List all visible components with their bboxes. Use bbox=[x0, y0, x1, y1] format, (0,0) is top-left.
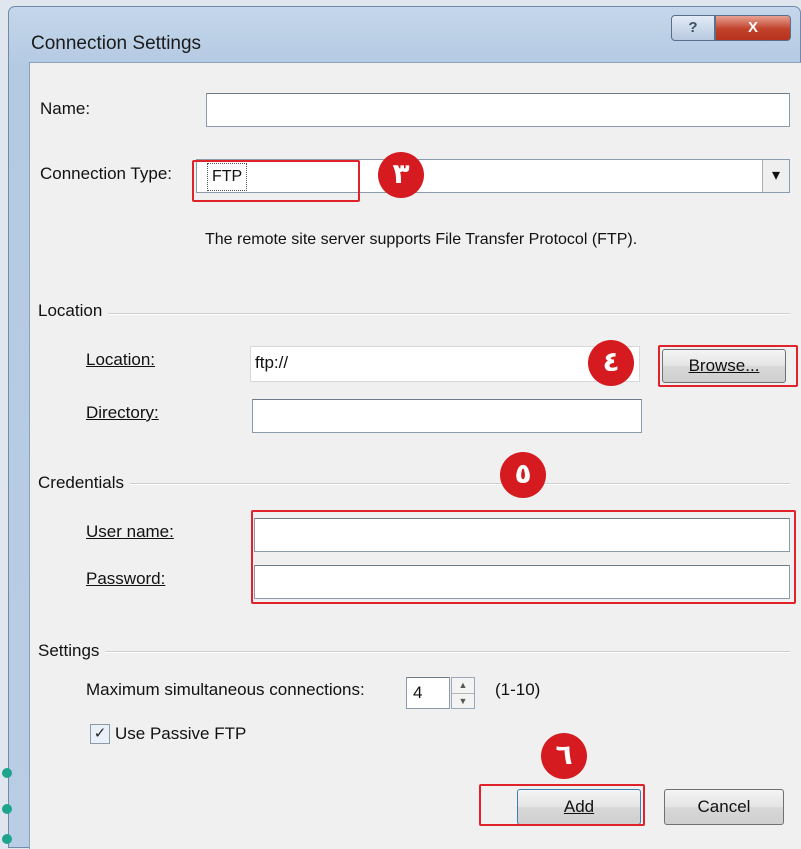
location-field[interactable]: ftp:// bbox=[250, 346, 640, 382]
max-connections-range: (1-10) bbox=[495, 680, 541, 699]
highlight-browse bbox=[658, 345, 798, 387]
directory-label: Directory: bbox=[86, 403, 159, 422]
dialog-title: Connection Settings bbox=[31, 33, 202, 54]
name-field[interactable] bbox=[206, 93, 790, 127]
passive-ftp-checkbox[interactable]: ✓ bbox=[90, 724, 110, 744]
connection-type-label: Connection Type: bbox=[40, 164, 172, 183]
help-button[interactable]: ? bbox=[671, 15, 715, 41]
step-6-badge: ٦ bbox=[541, 733, 587, 779]
step-5-badge: ٥ bbox=[500, 452, 546, 498]
settings-group-title: Settings bbox=[38, 641, 106, 661]
decorative-dot bbox=[2, 804, 12, 814]
step-4-badge: ٤ bbox=[588, 340, 634, 386]
credentials-group-line bbox=[40, 483, 790, 485]
location-group-line bbox=[40, 313, 790, 315]
password-label: Password: bbox=[86, 569, 166, 588]
location-group-title: Location bbox=[38, 301, 109, 321]
directory-field[interactable] bbox=[252, 399, 642, 433]
decorative-dot bbox=[2, 834, 12, 844]
highlight-add bbox=[479, 784, 645, 826]
step-3-badge: ٣ bbox=[378, 152, 424, 198]
chevron-down-icon[interactable]: ▾ bbox=[762, 160, 789, 192]
connection-type-description: The remote site server supports File Tra… bbox=[205, 231, 638, 248]
highlight-credentials bbox=[251, 510, 796, 604]
max-connections-label: Maximum simultaneous connections: bbox=[86, 680, 365, 699]
close-button[interactable]: X bbox=[715, 15, 791, 41]
stepper-up-icon[interactable]: ▲ bbox=[452, 678, 474, 694]
highlight-connection-type bbox=[192, 160, 360, 202]
max-connections-stepper[interactable]: ▲ ▼ bbox=[451, 677, 475, 709]
passive-ftp-label: Use Passive FTP bbox=[115, 724, 247, 743]
settings-group-line bbox=[40, 651, 790, 653]
stepper-down-icon[interactable]: ▼ bbox=[452, 694, 474, 709]
cancel-button[interactable]: Cancel bbox=[664, 789, 784, 825]
credentials-group-title: Credentials bbox=[38, 473, 130, 493]
username-label: User name: bbox=[86, 522, 174, 541]
name-label: Name: bbox=[40, 99, 91, 118]
max-connections-input[interactable]: 4 bbox=[406, 677, 450, 709]
location-label: Location: bbox=[86, 350, 155, 369]
decorative-dot bbox=[2, 768, 12, 778]
